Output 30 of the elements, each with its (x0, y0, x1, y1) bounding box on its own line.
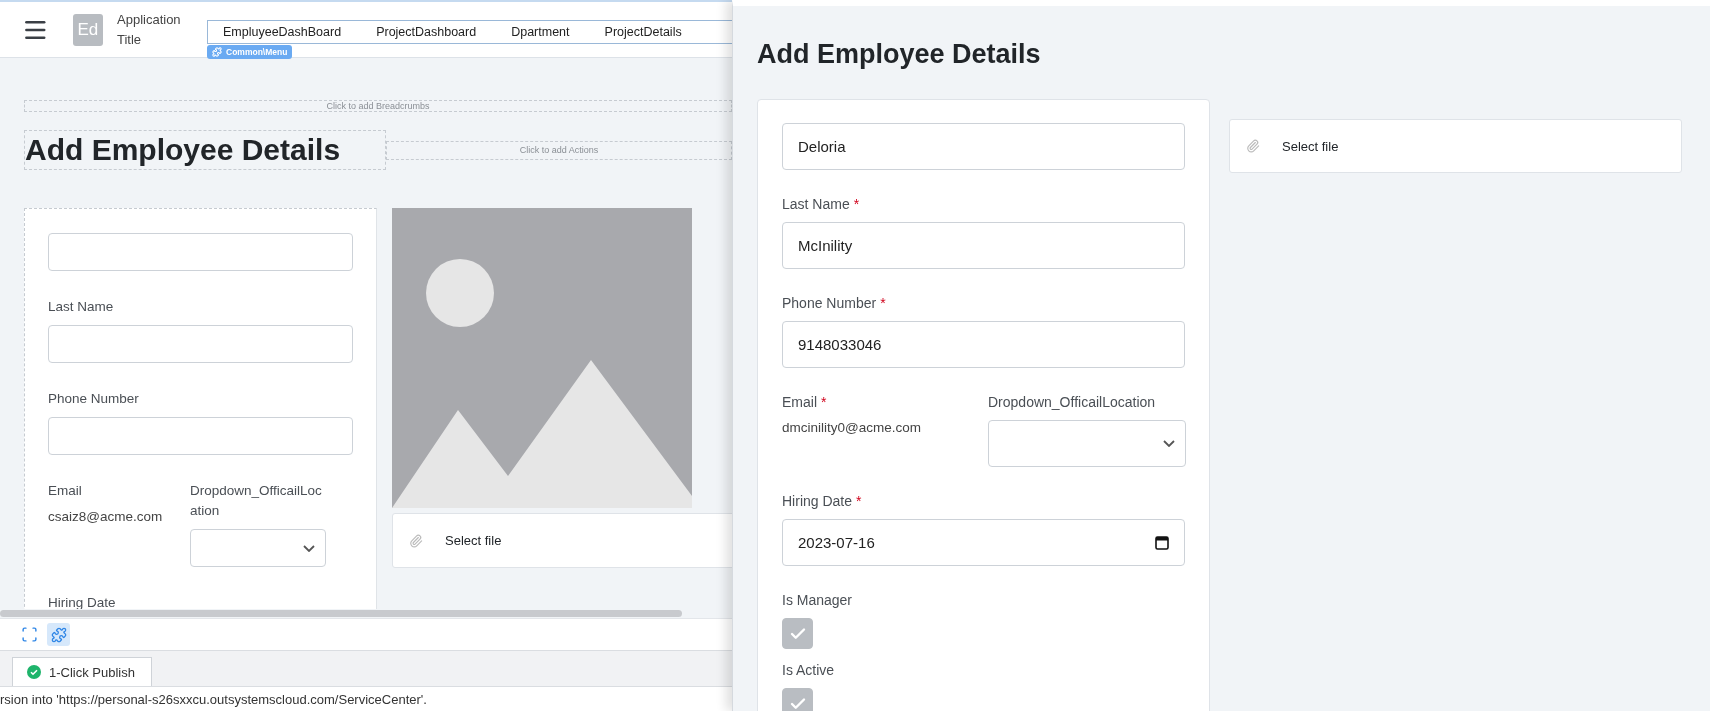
field-label: Phone Number * (782, 294, 887, 313)
email-value: csaiz8@acme.com (48, 509, 164, 524)
menu-item[interactable]: ProjectDetails (589, 25, 696, 39)
app-title: Application Title (117, 10, 182, 49)
menu-item[interactable]: ProjectDashboard (361, 25, 491, 39)
text-field[interactable]: McInility (782, 222, 1185, 269)
field-label: Hiring Date * (782, 492, 863, 511)
email-value: dmcinility0@acme.com (782, 420, 922, 435)
tab[interactable]: 1-Click Publish (12, 657, 152, 686)
file-upload[interactable]: Select file (1229, 119, 1682, 173)
field-label: Phone Number (48, 390, 140, 408)
field-label: Dropdown_OfficailLocation (190, 482, 323, 520)
field-label: Hiring Date (48, 594, 117, 609)
page-title: Add Employee Details (24, 130, 386, 170)
menu-item[interactable]: EmpluyeeDashBoard (208, 25, 356, 39)
field-label: Email (48, 482, 83, 500)
status-message: rsion into 'https://personal-s26sxxcu.outsystemscloud.com/ServiceCenter'. (0, 691, 427, 707)
field-label: Dropdown_OfficailLocation (988, 393, 1157, 412)
field-label: Email * (782, 393, 828, 412)
field-label: Last Name * (782, 195, 861, 214)
text-field[interactable]: Deloria (782, 123, 1185, 170)
field-label: Last Name (48, 298, 115, 316)
field-label: Is Active (782, 661, 836, 680)
app-avatar: Ed (72, 13, 103, 46)
menu-item[interactable]: Dpartment (496, 25, 584, 39)
date-field[interactable]: 2023-07-16 (782, 519, 1185, 566)
field-label: Is Manager (782, 591, 854, 610)
page-title: Add Employee Details (757, 38, 1042, 71)
text-field[interactable]: 9148033046 (782, 321, 1185, 368)
file-upload[interactable]: Select file (392, 513, 732, 568)
